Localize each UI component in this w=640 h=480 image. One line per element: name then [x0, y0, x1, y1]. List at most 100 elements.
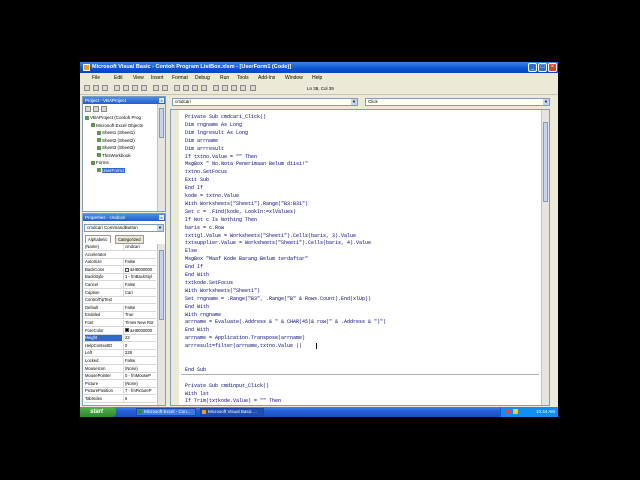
scroll-thumb[interactable] — [159, 108, 164, 138]
properties-object-select[interactable]: cmdcari CommandButton ▼ — [84, 224, 164, 232]
property-value[interactable]: cmdcari — [123, 244, 156, 250]
menu-run[interactable]: Run — [220, 75, 229, 81]
close-button[interactable]: × — [548, 63, 557, 72]
property-value[interactable]: 22 — [123, 335, 156, 342]
code-line[interactable]: End If — [185, 264, 203, 270]
design-mode-icon[interactable] — [201, 85, 207, 91]
property-value[interactable]: Cari — [123, 289, 156, 296]
copy-icon[interactable] — [123, 85, 129, 91]
property-row[interactable]: Height 22 — [84, 335, 156, 343]
tab-categorized[interactable]: Categorized — [115, 235, 144, 244]
chevron-down-icon[interactable]: ▼ — [543, 99, 549, 105]
find-icon[interactable] — [141, 85, 147, 91]
save-icon[interactable] — [102, 85, 108, 91]
code-line[interactable]: End With — [185, 304, 209, 310]
code-line[interactable]: Dim rngname As Long — [185, 122, 242, 128]
project-explorer-icon[interactable] — [213, 85, 219, 91]
property-row[interactable]: ControlTipText — [84, 297, 156, 305]
property-value[interactable]: False — [123, 259, 156, 266]
help-icon[interactable] — [250, 85, 256, 91]
close-icon[interactable]: × — [159, 98, 164, 103]
toggle-folders-icon[interactable] — [101, 106, 107, 112]
menu-help[interactable]: Help — [312, 75, 322, 81]
taskbar-item-excel[interactable]: Microsoft Excel - Con... — [136, 408, 196, 416]
property-value[interactable]: (None) — [123, 365, 156, 372]
property-value[interactable]: True — [123, 312, 156, 319]
project-tree-item[interactable]: ThisWorkbook — [97, 153, 131, 158]
scroll-thumb[interactable] — [543, 122, 548, 202]
cut-icon[interactable] — [114, 85, 120, 91]
menu-tools[interactable]: Tools — [237, 75, 249, 81]
code-line[interactable]: If txtno.Value = "" Then — [185, 154, 257, 160]
code-line[interactable]: Else — [185, 248, 197, 254]
chevron-down-icon[interactable]: ▼ — [351, 99, 357, 105]
code-line[interactable]: Dim arrname — [185, 138, 218, 144]
menu-debug[interactable]: Debug — [195, 75, 210, 81]
maximize-button[interactable]: □ — [538, 63, 547, 72]
code-line[interactable]: With Worksheets("Sheet1") — [185, 288, 260, 294]
property-value[interactable]: 0 - fmMouseP — [123, 373, 156, 380]
code-line[interactable]: Private Sub cmdinput_Click() — [185, 383, 269, 389]
properties-window-icon[interactable] — [222, 85, 228, 91]
code-line[interactable]: Set c = .Find(kode, LookIn:=xlValues) — [185, 209, 296, 215]
code-line[interactable]: With lst — [185, 391, 209, 397]
paste-icon[interactable] — [132, 85, 138, 91]
code-line[interactable]: End With — [185, 272, 209, 278]
code-line[interactable]: End Sub — [185, 367, 206, 373]
code-line[interactable]: End If — [185, 185, 203, 191]
procedure-combo[interactable]: Click ▼ — [365, 98, 550, 106]
code-editor[interactable]: Private Sub cmdcari_Click() Dim rngname A… — [170, 109, 550, 406]
code-line[interactable]: txtsupplier.Value = Worksheets("Sheet1")… — [185, 240, 371, 246]
property-row[interactable]: TabIndex 6 — [84, 396, 156, 403]
code-margin[interactable] — [171, 110, 179, 405]
property-row[interactable]: (Name) cmdcari — [84, 244, 156, 251]
property-row[interactable]: ForeColor &H8000000 — [84, 327, 156, 335]
code-line[interactable]: Private Sub cmdcari_Click() — [185, 114, 266, 120]
property-row[interactable]: Enabled True — [84, 312, 156, 320]
code-line[interactable]: baris = c.Row — [185, 225, 224, 231]
property-row[interactable]: PicturePosition 7 - fmPictureP — [84, 388, 156, 396]
property-value[interactable]: 228 — [123, 350, 156, 357]
title-bar[interactable]: Microsoft Visual Basic - Contoh Program … — [80, 62, 558, 73]
menu-addins[interactable]: Add-Ins — [258, 75, 275, 81]
code-line[interactable]: arrname = Evaluate(.Address & " & CHAR(4… — [185, 319, 386, 325]
code-scrollbar[interactable] — [541, 110, 549, 405]
code-line[interactable]: If Not c Is Nothing Then — [185, 217, 257, 223]
code-line[interactable]: arrname = Application.Transpose(arrname) — [185, 335, 305, 341]
project-scrollbar[interactable] — [157, 104, 165, 211]
property-value[interactable]: (None) — [123, 380, 156, 387]
minimize-button[interactable]: _ — [528, 63, 537, 72]
code-line[interactable]: Dim lngresult As Long — [185, 130, 248, 136]
insert-userform-icon[interactable] — [93, 85, 99, 91]
menu-format[interactable]: Format — [172, 75, 188, 81]
taskbar-item-vbe[interactable]: Microsoft Visual Basic ... — [200, 408, 264, 416]
object-browser-icon[interactable] — [231, 85, 237, 91]
properties-scrollbar[interactable] — [157, 244, 165, 405]
menu-edit[interactable]: Edit — [114, 75, 123, 81]
property-row[interactable]: Font Times New Ror — [84, 320, 156, 327]
code-line[interactable]: txtno.SetFocus — [185, 169, 227, 175]
menu-insert[interactable]: Insert — [151, 75, 164, 81]
tab-alphabetic[interactable]: Alphabetic — [85, 235, 111, 243]
property-value[interactable]: False — [123, 304, 156, 311]
menu-window[interactable]: Window — [285, 75, 303, 81]
scroll-thumb[interactable] — [159, 250, 164, 320]
run-icon[interactable] — [174, 85, 180, 91]
code-line[interactable]: With rngname — [185, 312, 221, 318]
code-line[interactable]: If Trim(txtkode.Value) = "" Then — [185, 398, 281, 404]
property-row[interactable]: Caption Cari — [84, 289, 156, 297]
menu-view[interactable]: View — [133, 75, 144, 81]
property-row[interactable]: AutoSize False — [84, 259, 156, 267]
project-tree-item[interactable]: Sheet2 (Sheet2) — [97, 138, 135, 143]
property-row[interactable]: BackStyle 1 - fmBackStyl — [84, 274, 156, 282]
code-line[interactable]: txtkode.SetFocus — [185, 280, 233, 286]
code-line[interactable]: Exit Sub — [185, 177, 209, 183]
view-object-icon[interactable] — [93, 106, 99, 112]
code-line[interactable]: Set rngname = .Range("B3", .Range("B" & … — [185, 296, 371, 302]
code-line[interactable]: MsgBox "Maaf Kode Barang Belum terdaftar… — [185, 256, 308, 262]
code-line[interactable]: MsgBox " No.Nota Penerimaan Belum diisi!… — [185, 161, 308, 167]
view-code-icon[interactable] — [85, 106, 91, 112]
property-value[interactable]: 6 — [123, 396, 156, 402]
code-line[interactable]: arrresult=filter(arrname,txtno.Value || — [185, 343, 302, 349]
property-value[interactable]: False — [123, 282, 156, 288]
